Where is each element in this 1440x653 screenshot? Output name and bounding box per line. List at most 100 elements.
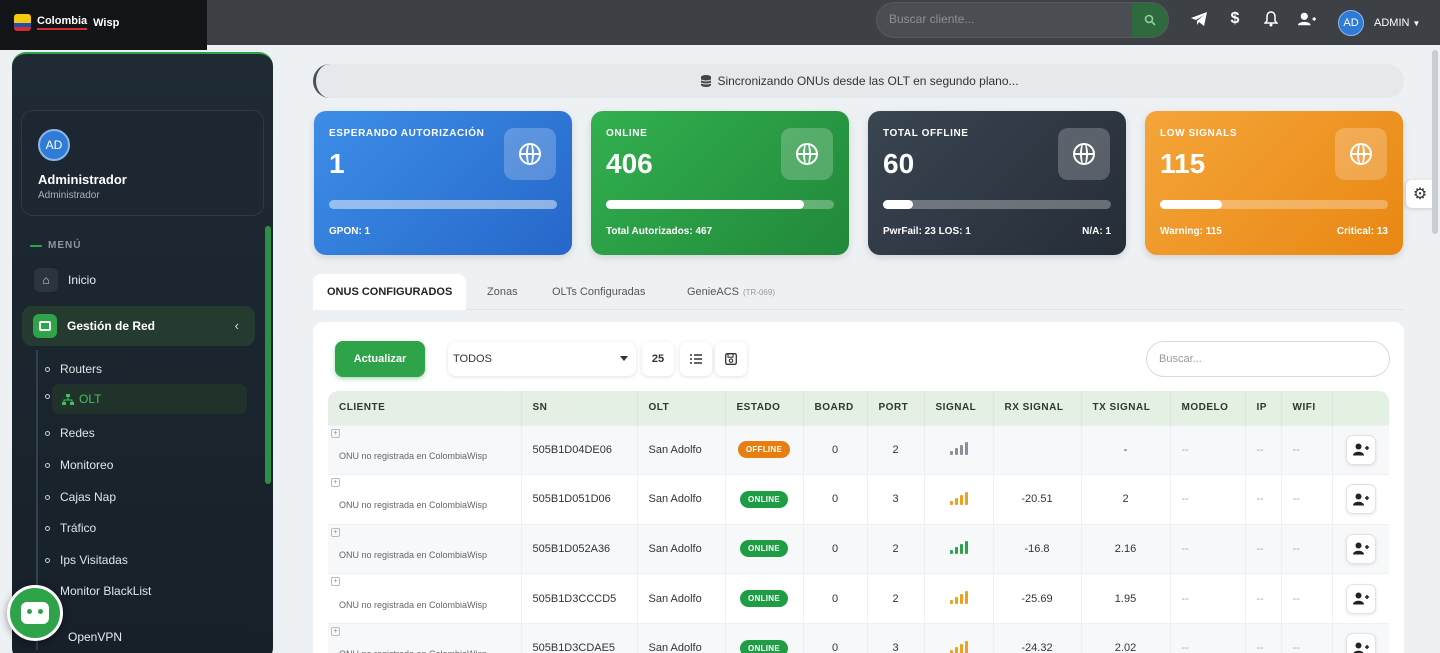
tab-onus-configurados[interactable]: ONUS CONFIGURADOS [313,274,467,310]
cell-estado: ONLINE [725,573,804,624]
tab-zonas[interactable]: Zonas [473,274,532,310]
cell-wifi: -- [1281,524,1333,574]
sidebar-item-label: Ips Visitadas [60,553,128,567]
cell-port: 3 [867,623,925,653]
cell-ip: -- [1245,573,1282,624]
bullet-icon [45,462,50,468]
col-header-olt[interactable]: OLT [637,391,726,425]
bullet-icon [45,366,50,372]
cell-estado: ONLINE [725,623,804,653]
cell-olt: San Adolfo [637,474,726,525]
sidebar-item-trafico[interactable]: Tráfico [45,521,96,535]
brand-logo[interactable]: Colombia Wisp [14,14,119,31]
expand-row-icon[interactable]: + [331,527,340,537]
col-header-ip[interactable]: IP [1245,391,1282,425]
tab-genieacs[interactable]: GenieACS (TR-069) [673,274,789,310]
cell-cliente: + ONU no registrada en ColombiaWisp [328,425,522,475]
user-plus-icon [1353,642,1369,653]
page-scrollbar[interactable] [1432,50,1438,234]
user-avatar[interactable]: AD [1338,10,1364,36]
dollar-icon[interactable]: $ [1226,10,1244,28]
table-row[interactable]: + ONU no registrada en ColombiaWisp 505B1D… [328,425,1389,475]
assign-client-button[interactable] [1345,633,1376,653]
stat-card-low-signals[interactable]: LOW SIGNALS 115 Warning: 115 Critical: 1… [1145,111,1403,255]
col-header-sn[interactable]: SN [521,391,638,425]
sidebar-item-monitor-blacklist[interactable]: Monitor BlackList [45,584,151,598]
cell-sn: 505B1D052A36 [521,524,638,574]
settings-gear-icon[interactable]: ⚙ [1406,180,1434,208]
assign-client-button[interactable] [1345,533,1376,564]
stat-card-esperando[interactable]: ESPERANDO AUTORIZACIÓN 1 GPON: 1 [314,111,572,255]
col-header-tx-signal[interactable]: TX SIGNAL [1081,391,1171,425]
table-row[interactable]: + ONU no registrada en ColombiaWisp 505B1D… [328,573,1389,624]
user-menu[interactable]: ADMIN ▼ [1374,17,1420,29]
assign-client-button[interactable] [1345,583,1376,614]
sidebar-item-olt[interactable]: OLT [52,384,247,414]
assign-client-button[interactable] [1345,484,1376,515]
status-filter-select[interactable]: TODOS [448,342,636,376]
col-header-modelo[interactable]: MODELO [1170,391,1246,425]
assign-client-button[interactable] [1345,434,1376,465]
stat-card-offline[interactable]: TOTAL OFFLINE 60 PwrFail: 23 LOS: 1 N/A:… [868,111,1126,255]
col-header-signal[interactable]: SIGNAL [924,391,994,425]
stat-value: 60 [883,148,915,179]
signal-bars-icon [949,491,968,505]
cell-actions [1332,524,1389,574]
sidebar-item-inicio[interactable]: ⌂ Inicio [34,268,96,292]
col-header-rx-signal[interactable]: RX SIGNAL [993,391,1082,425]
sidebar-item-routers[interactable]: Routers [45,362,102,376]
caret-down-icon [620,356,628,361]
expand-row-icon[interactable]: + [331,428,340,438]
sidebar-item-openvpn[interactable]: OpenVPN [68,630,122,644]
sidebar-group-gestion-de-red[interactable]: Gestión de Red ‹ [22,306,255,346]
sidebar-item-label: Cajas Nap [60,490,117,504]
globe-icon [781,128,833,180]
sitemap-icon [62,393,74,405]
sidebar-item-monitoreo[interactable]: Monitoreo [45,458,113,472]
table-search-input[interactable] [1159,353,1379,365]
cell-signal [924,623,994,653]
tab-sublabel: (TR-069) [742,287,775,297]
expand-row-icon[interactable]: + [331,577,340,587]
client-search-input[interactable] [889,12,1129,26]
col-header-board[interactable]: BOARD [803,391,868,425]
cell-port: 2 [867,573,925,624]
search-icon [1144,14,1156,26]
col-header-estado[interactable]: ESTADO [725,391,804,425]
bullet-icon [45,430,50,436]
table-search [1146,341,1390,377]
save-button[interactable] [715,342,747,376]
bell-icon[interactable] [1262,10,1280,28]
stat-foot-left: GPON: 1 [329,226,371,237]
sidebar-scrollbar[interactable] [265,226,271,484]
tab-olts-configuradas[interactable]: OLTs Configuradas [538,274,659,310]
cell-board: 0 [803,573,868,624]
chatbot-button[interactable] [7,585,63,641]
sidebar: AD Administrador Administrador MENÚ ⌂ In… [12,52,273,653]
sidebar-item-ips-visitadas[interactable]: Ips Visitadas [45,553,128,567]
update-button[interactable]: Actualizar [335,341,425,377]
home-icon: ⌂ [34,268,58,292]
list-view-button[interactable] [680,342,712,376]
page-size-button[interactable]: 25 [642,342,674,376]
expand-row-icon[interactable]: + [331,478,340,488]
globe-icon [504,128,556,180]
col-header-cliente[interactable]: CLIENTE [328,391,522,425]
status-badge: ONLINE [739,490,789,508]
expand-row-icon[interactable]: + [331,626,340,636]
table-row[interactable]: + ONU no registrada en ColombiaWisp 505B1D… [328,524,1389,574]
search-button[interactable] [1132,3,1168,37]
telegram-icon[interactable] [1190,10,1208,28]
user-add-icon[interactable] [1298,10,1316,28]
sidebar-bullet-olt [45,394,50,399]
sidebar-item-cajas-nap[interactable]: Cajas Nap [45,490,116,504]
cliente-text: ONU no registrada en ColombiaWisp [339,549,488,560]
col-header-port[interactable]: PORT [867,391,925,425]
stat-card-online[interactable]: ONLINE 406 Total Autorizados: 467 [591,111,849,255]
save-icon [725,353,737,365]
client-search [876,2,1169,38]
col-header-wifi[interactable]: WIFI [1281,391,1333,425]
table-row[interactable]: + ONU no registrada en ColombiaWisp 505B1D… [328,623,1389,653]
sidebar-item-redes[interactable]: Redes [45,426,95,440]
table-row[interactable]: + ONU no registrada en ColombiaWisp 505B1D… [328,474,1389,525]
